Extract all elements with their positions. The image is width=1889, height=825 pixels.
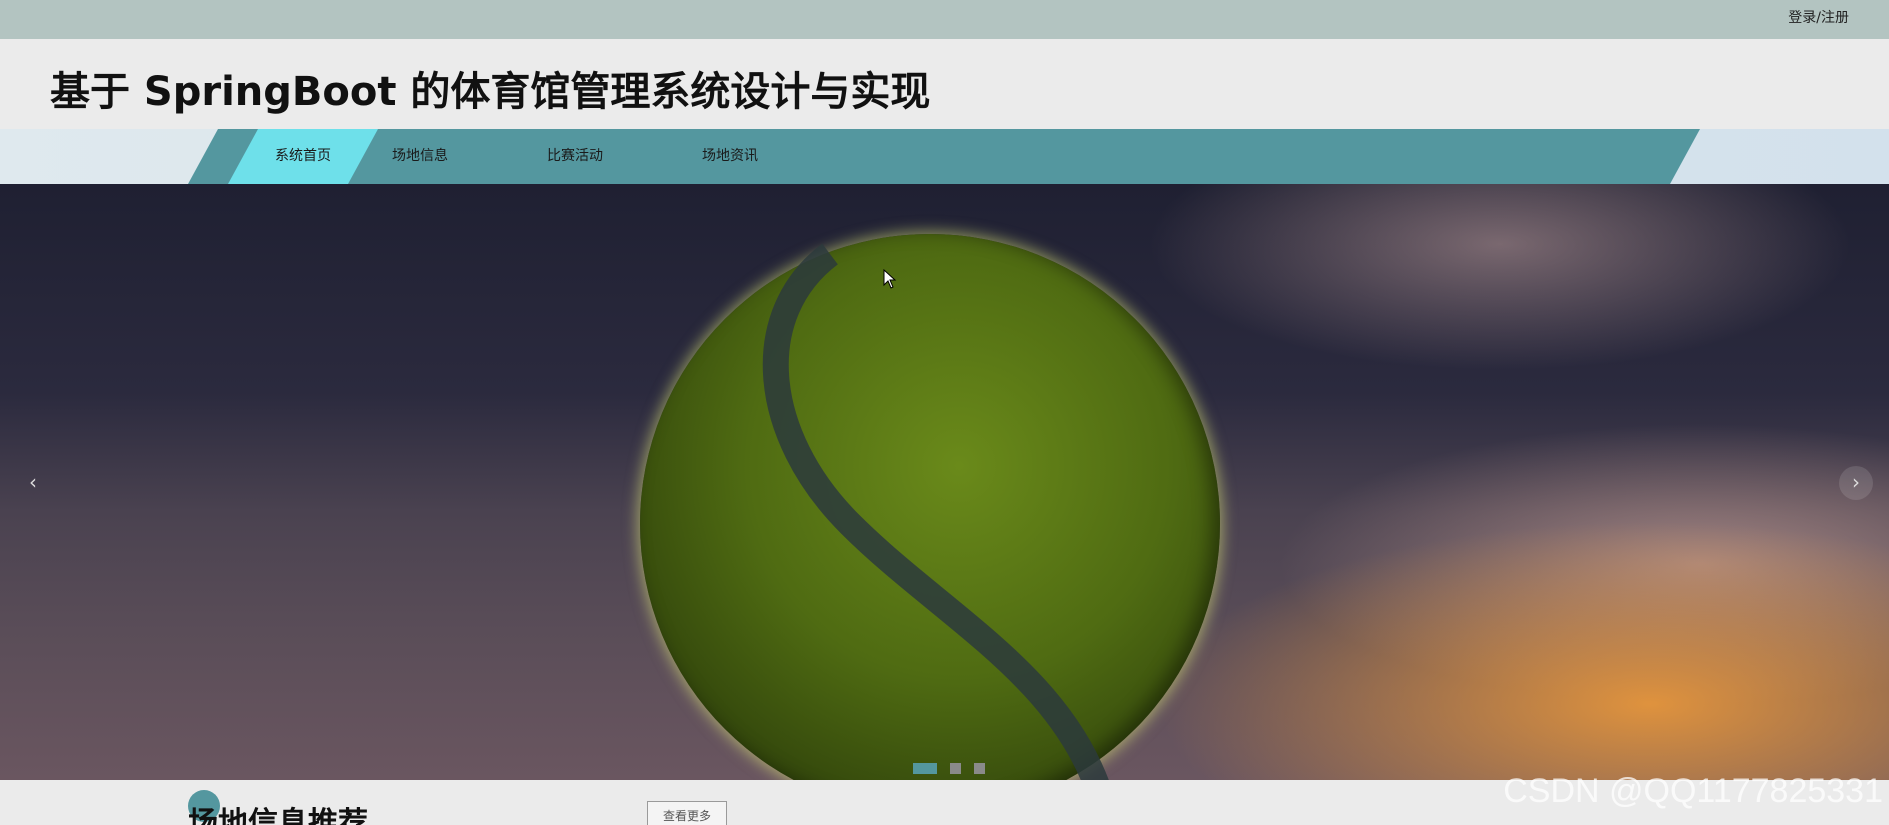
nav-item-venue-news[interactable]: 场地资讯	[670, 129, 790, 184]
tennis-ball-image	[640, 234, 1220, 780]
carousel-indicator-3[interactable]	[974, 763, 986, 774]
view-more-button[interactable]: 查看更多	[647, 801, 727, 825]
mouse-cursor-icon	[883, 269, 897, 289]
carousel-indicators	[913, 763, 993, 775]
carousel-prev-button[interactable]: ‹	[16, 466, 50, 500]
site-header: 基于 SpringBoot 的体育馆管理系统设计与实现	[0, 39, 1889, 129]
top-utility-bar: 登录/注册	[0, 0, 1889, 39]
nav-item-venue-info[interactable]: 场地信息	[360, 129, 480, 184]
csdn-watermark: CSDN @QQ1177825331	[1503, 772, 1883, 810]
nav-item-competitions[interactable]: 比赛活动	[515, 129, 635, 184]
section-title: 场地信息推荐	[188, 806, 368, 825]
carousel-next-button[interactable]: ›	[1839, 466, 1873, 500]
carousel-indicator-2[interactable]	[950, 763, 962, 774]
tennis-ball-seam	[762, 243, 1109, 780]
main-nav: 系统首页 场地信息 比赛活动 场地资讯	[0, 129, 1889, 184]
carousel-indicator-1[interactable]	[913, 763, 937, 774]
banner-carousel[interactable]: ‹ ›	[0, 184, 1889, 780]
login-register-link[interactable]: 登录/注册	[1788, 7, 1849, 27]
site-title: 基于 SpringBoot 的体育馆管理系统设计与实现	[50, 69, 931, 115]
